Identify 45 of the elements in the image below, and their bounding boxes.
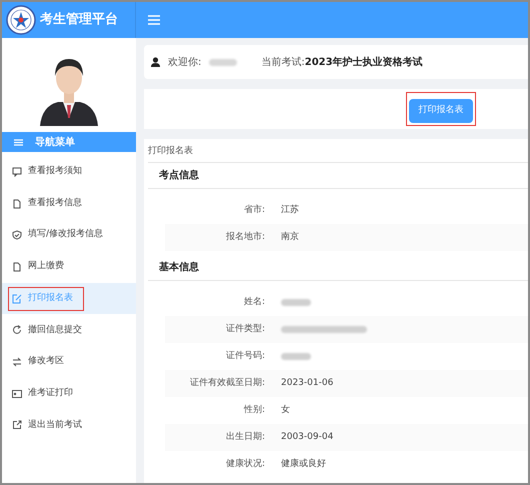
nav-item[interactable]: 填写/修改报考信息 [2,219,136,252]
section-title: 考点信息 [159,168,199,183]
nav-item[interactable]: 查看报考信息 [2,188,136,220]
list-icon [14,138,23,146]
logo-icon [6,5,36,35]
field-label: 性别: [242,404,265,417]
nav-title: 导航菜单 [35,135,75,150]
document-icon [12,198,22,209]
speech-bubble-icon [12,166,22,177]
nav-item[interactable]: 查看报考须知 [2,156,136,188]
section-title: 基本信息 [159,260,199,275]
field-label: 姓名: [242,296,265,309]
edit-icon [12,294,22,304]
exam-name: 2023年护士执业资格考试 [304,55,423,70]
nav-item[interactable]: 网上缴费 [2,251,136,283]
external-link-icon [12,420,22,430]
refresh-icon [12,325,22,336]
form-title: 打印报名表 [148,145,528,163]
app-title: 考生管理平台 [40,11,118,30]
menu-icon[interactable] [148,15,160,25]
field-value: 南京 [281,230,299,244]
field-label: 省市: [242,204,265,217]
field-label: 报名地市: [224,230,265,244]
nav-item[interactable]: 修改考区 [2,346,136,378]
document-icon [12,262,22,272]
field-label: 证件有效截至日期: [188,376,265,390]
field-label: 出生日期: [224,430,265,444]
exam-label: 当前考试: [261,56,305,70]
user-icon [151,57,160,67]
field-value: 女 [281,404,290,417]
card-icon [12,388,22,399]
swap-arrows-icon [12,356,22,367]
field-label: 证件类型: [224,322,265,336]
field-value: 2003-09-04 [281,430,334,444]
field-value: 2023-01-06 [281,376,334,390]
shield-icon [12,230,22,240]
welcome-label: 欢迎你: [168,56,202,70]
field-label: 健康状况: [224,458,265,471]
nav-item[interactable]: 退出当前考试 [2,410,136,442]
redacted-name [209,58,238,66]
field-value: 江苏 [281,204,299,217]
field-label: 证件号码: [224,350,265,363]
nav-item[interactable]: 撤回信息提交 [2,314,136,346]
nav-item[interactable]: 准考证打印 [2,378,136,410]
field-value: 健康或良好 [281,458,326,471]
